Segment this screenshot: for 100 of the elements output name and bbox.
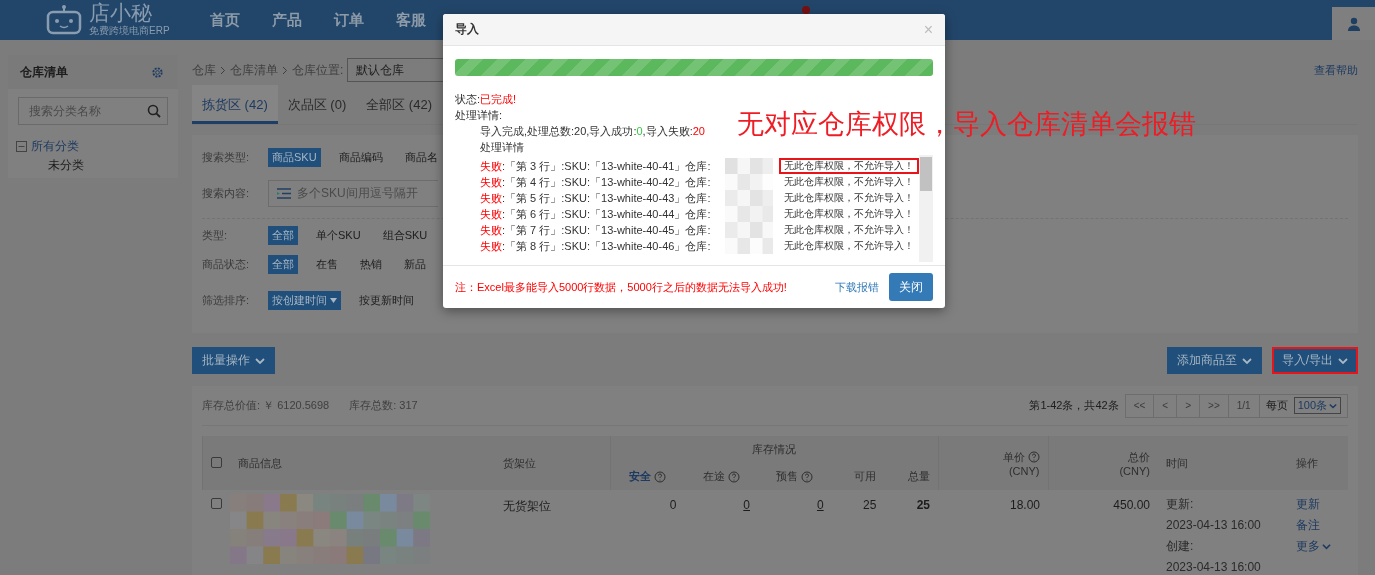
page-button[interactable]: 1/1 — [1228, 394, 1260, 417]
checkbox[interactable] — [211, 456, 222, 468]
table-cell[interactable]: 0 — [758, 490, 832, 575]
filter-option[interactable]: 新品 — [400, 255, 430, 274]
log-text: 失败:「第 5 行」:SKU:「13-white-40-43」仓库: — [480, 190, 712, 206]
filter-label: 搜索类型: — [202, 150, 251, 165]
filter-option[interactable]: 商品名 — [400, 148, 442, 167]
sidebar-title: 仓库清单 — [20, 63, 68, 81]
collapse-icon[interactable] — [16, 141, 27, 152]
nav-item[interactable]: 订单 — [318, 0, 380, 40]
time-text: 2023-04-13 16:00 — [1166, 517, 1262, 534]
help-icon — [653, 470, 666, 483]
currency-label: (CNY) — [1008, 464, 1040, 477]
per-page-label: 每页 — [1264, 398, 1289, 413]
error-message: 无此仓库权限，不允许导入！ — [783, 223, 915, 237]
dropdown-button[interactable]: 导入/导出 — [1271, 347, 1358, 374]
page-button[interactable]: >> — [1200, 394, 1229, 417]
logo-tagline: 免费跨境电商ERP — [89, 24, 170, 38]
chevron-down-icon — [1338, 355, 1348, 366]
search-icon — [147, 104, 161, 118]
help-icon — [727, 470, 740, 483]
action-link[interactable]: 备注 — [1296, 515, 1340, 536]
filter-option[interactable]: 组合SKU — [378, 226, 432, 245]
tab[interactable]: 全部区 (42) — [356, 85, 442, 124]
column-header: 操作 — [1288, 436, 1348, 490]
download-link[interactable]: 下载报错 — [835, 279, 879, 295]
column-header: 在途 — [702, 469, 740, 484]
error-message: 无此仓库权限，不允许导入！ — [779, 158, 919, 174]
table-cell: 无货架位 — [495, 490, 610, 575]
table-cell: 25 — [831, 490, 885, 575]
tree-item[interactable]: 未分类 — [16, 157, 84, 174]
robot-icon — [45, 5, 83, 35]
page-button[interactable]: > — [1177, 394, 1201, 417]
user-button[interactable] — [1332, 7, 1375, 40]
close-button[interactable]: 关闭 — [889, 273, 933, 301]
tab[interactable]: 拣货区 (42) — [192, 85, 278, 124]
checkbox[interactable] — [210, 498, 222, 509]
per-page-select[interactable]: 100条 — [1293, 397, 1341, 414]
filter-option[interactable]: 商品SKU — [268, 148, 321, 167]
scrollbar[interactable] — [919, 155, 933, 262]
page-button[interactable]: << — [1125, 394, 1155, 417]
filter-option[interactable]: 全部 — [268, 226, 298, 245]
column-header: 商品信息 — [230, 436, 495, 490]
filter-option[interactable]: 热销 — [356, 255, 386, 274]
filter-option[interactable]: 单个SKU — [312, 226, 365, 245]
chevron-right-icon — [220, 65, 226, 75]
error-message: 无此仓库权限，不允许导入！ — [783, 207, 915, 221]
note-text: 注：Excel最多能导入5000行数据，5000行之后的数据无法导入成功! — [455, 279, 788, 295]
dropdown-button[interactable]: 添加商品至 — [1166, 347, 1262, 374]
column-header: 可用 — [854, 469, 877, 484]
filter-option[interactable]: 在售 — [312, 255, 342, 274]
filter-option[interactable]: 按更新时间 — [355, 290, 418, 310]
tab[interactable]: 次品区 (0) — [277, 85, 357, 124]
result-text: 导入完成,处理总数:20,导入成功:0,导入失败:20 — [480, 124, 705, 139]
batch-action-button[interactable]: 批量操作 — [192, 347, 275, 374]
notification-dot — [802, 6, 810, 14]
table-cell: 25 — [884, 490, 938, 575]
filter-label: 类型: — [202, 228, 229, 243]
tree-item[interactable]: 所有分类 — [31, 138, 79, 155]
nav-item[interactable]: 产品 — [256, 0, 318, 40]
filter-option[interactable]: 按创建时间 — [268, 290, 341, 310]
help-link[interactable]: 查看帮助 — [1314, 62, 1358, 78]
action-link[interactable]: 更新 — [1296, 494, 1340, 515]
chevron-down-icon — [1329, 401, 1337, 410]
filter-label: 商品状态: — [202, 257, 251, 272]
filter-option[interactable]: 商品编码 — [334, 148, 387, 167]
nav-item[interactable]: 首页 — [194, 0, 256, 40]
table-cell: 450.00 — [1048, 490, 1158, 575]
error-message: 无此仓库权限，不允许导入！ — [783, 175, 915, 189]
time-text: 2023-04-13 16:00 — [1166, 559, 1262, 575]
caret-icon — [330, 297, 337, 303]
table-cell: 0 — [610, 490, 685, 575]
chevron-right-icon — [282, 65, 288, 75]
page-range-text: 第1-42条，共42条 — [1029, 398, 1119, 413]
log-text: 失败:「第 8 行」:SKU:「13-white-40-46」仓库: — [480, 238, 712, 254]
details-label: 处理详情: — [455, 108, 503, 123]
log-text: 失败:「第 7 行」:SKU:「13-white-40-45」仓库: — [480, 222, 712, 238]
page-button[interactable]: < — [1154, 394, 1178, 417]
dialog-title: 导入 — [455, 21, 479, 38]
column-header: 总价 — [1128, 449, 1150, 465]
filter-option[interactable]: 全部 — [268, 255, 298, 274]
column-header: 库存情况 — [610, 436, 938, 463]
nav-item[interactable]: 客服 — [380, 0, 442, 40]
column-header: 安全 — [628, 469, 666, 484]
column-header: 货架位 — [495, 436, 610, 490]
stock-count-text: 库存总数: 317 — [349, 398, 418, 413]
close-button[interactable]: × — [923, 20, 933, 39]
log-text: 失败:「第 3 行」:SKU:「13-white-40-41」仓库: — [480, 158, 712, 174]
action-link[interactable]: 更多 — [1296, 536, 1340, 557]
table-cell[interactable]: 0 — [684, 490, 758, 575]
user-icon — [1346, 16, 1361, 31]
help-icon — [801, 470, 814, 483]
chevron-down-icon — [1322, 542, 1331, 551]
log-text: 失败:「第 4 行」:SKU:「13-white-40-42」仓库: — [480, 174, 712, 190]
help-icon — [1027, 451, 1040, 463]
time-text: 创建: — [1166, 538, 1195, 555]
error-message: 无此仓库权限，不允许导入！ — [783, 239, 915, 253]
settings-icon[interactable] — [151, 65, 164, 79]
column-header: 预售 — [776, 469, 814, 484]
details-sublabel: 处理详情 — [480, 140, 524, 155]
